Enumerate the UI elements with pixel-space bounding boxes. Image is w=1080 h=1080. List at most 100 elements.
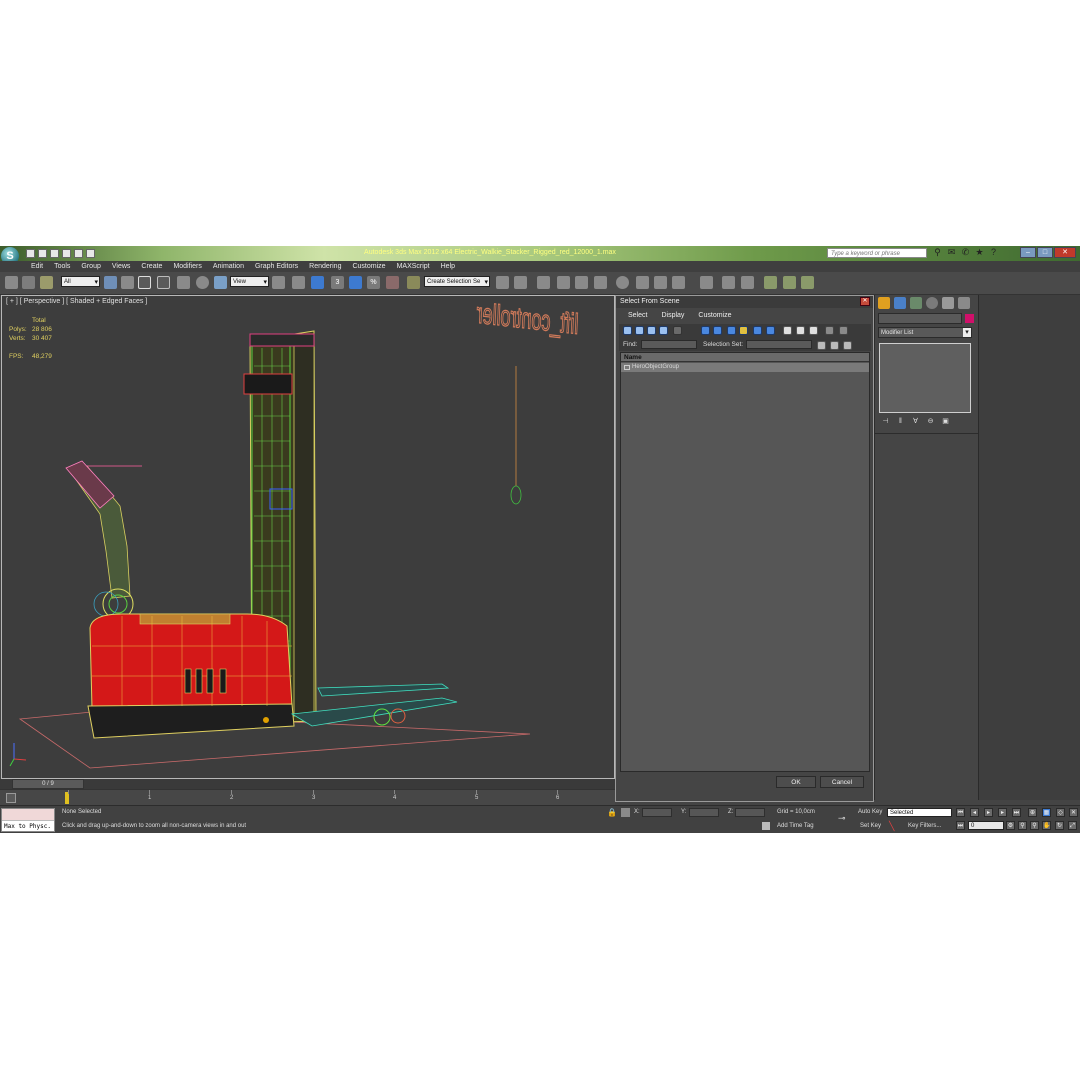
maximize-viewport-icon[interactable]: ✕ bbox=[1069, 808, 1078, 817]
menu-customize[interactable]: Customize bbox=[352, 261, 385, 272]
keyboard-shortcut-override-icon[interactable] bbox=[311, 276, 324, 289]
close-button[interactable]: ✕ bbox=[1054, 247, 1076, 258]
menu-graph-editors[interactable]: Graph Editors bbox=[255, 261, 298, 272]
absolute-mode-icon[interactable] bbox=[621, 808, 630, 817]
pivot-center-icon[interactable] bbox=[272, 276, 285, 289]
search-input[interactable]: Type a keyword or phrase bbox=[827, 248, 927, 258]
dialog-menu-customize[interactable]: Customize bbox=[698, 310, 731, 322]
display-groups-icon[interactable] bbox=[713, 326, 722, 335]
utilities-tab-icon[interactable] bbox=[958, 297, 970, 309]
make-unique-icon[interactable]: ∀ bbox=[911, 417, 920, 426]
menu-views[interactable]: Views bbox=[112, 261, 131, 272]
render-production-icon[interactable] bbox=[672, 276, 685, 289]
select-by-name-icon[interactable] bbox=[121, 276, 134, 289]
add-to-set-icon[interactable] bbox=[830, 341, 839, 350]
maxscript-listener[interactable]: Max to Physc. bbox=[1, 808, 55, 832]
physx-icon-2[interactable] bbox=[783, 276, 796, 289]
subscription-icon[interactable]: ✉ bbox=[947, 248, 956, 257]
maximize-button[interactable]: □ bbox=[1037, 247, 1053, 258]
object-paint-icon[interactable] bbox=[722, 276, 735, 289]
align-icon[interactable] bbox=[514, 276, 527, 289]
go-to-start-button[interactable]: ⏮ bbox=[956, 808, 965, 817]
communication-icon[interactable]: ✆ bbox=[961, 248, 970, 257]
next-frame-button[interactable]: ▸ bbox=[998, 808, 1007, 817]
display-all-icon[interactable] bbox=[783, 326, 792, 335]
snaps-toggle-icon[interactable]: 3 bbox=[331, 276, 344, 289]
current-frame-field[interactable]: 0 bbox=[968, 821, 1004, 830]
render-setup-icon[interactable] bbox=[636, 276, 649, 289]
display-containers-icon[interactable] bbox=[753, 326, 762, 335]
selection-set-dropdown[interactable] bbox=[746, 340, 812, 349]
set-keys-filter-icon[interactable]: ╲ bbox=[889, 821, 899, 831]
physx-icon-1[interactable] bbox=[764, 276, 777, 289]
track-bar[interactable]: 1 2 3 4 5 6 bbox=[0, 789, 615, 806]
add-time-tag-button[interactable]: Add Time Tag bbox=[777, 823, 814, 829]
menu-group[interactable]: Group bbox=[81, 261, 100, 272]
help-icon[interactable]: ? bbox=[989, 248, 998, 257]
find-input[interactable] bbox=[641, 340, 697, 349]
zoom-extents-icon[interactable]: ⊕ bbox=[1028, 808, 1037, 817]
lock-selection-icon[interactable]: 🔒 bbox=[607, 808, 617, 817]
motion-tab-icon[interactable] bbox=[926, 297, 938, 309]
key-mode-toggle[interactable]: ⏭ bbox=[956, 821, 965, 830]
menu-create[interactable]: Create bbox=[141, 261, 162, 272]
menu-maxscript[interactable]: MAXScript bbox=[397, 261, 430, 272]
maxscript-output[interactable] bbox=[2, 809, 54, 821]
time-configuration-icon[interactable]: ⚙ bbox=[1006, 821, 1015, 830]
display-xrefs-icon[interactable] bbox=[727, 326, 736, 335]
window-crossing-icon[interactable] bbox=[157, 276, 170, 289]
menu-help[interactable]: Help bbox=[441, 261, 455, 272]
list-item[interactable]: HeroObjectGroup bbox=[621, 363, 869, 372]
select-and-manipulate-icon[interactable] bbox=[292, 276, 305, 289]
maxscript-input[interactable]: Max to Physc. bbox=[2, 821, 54, 832]
create-selection-set-icon[interactable] bbox=[817, 341, 826, 350]
select-object-icon[interactable] bbox=[104, 276, 117, 289]
modify-tab-icon[interactable] bbox=[894, 297, 906, 309]
object-color-swatch[interactable] bbox=[965, 314, 974, 323]
display-bones-icon[interactable] bbox=[739, 326, 748, 335]
menu-edit[interactable]: Edit bbox=[31, 261, 43, 272]
rectangular-selection-icon[interactable] bbox=[138, 276, 151, 289]
display-invert-icon[interactable] bbox=[809, 326, 818, 335]
scene-object-list[interactable]: Name HeroObjectGroup bbox=[620, 352, 870, 772]
dialog-menu-select[interactable]: Select bbox=[628, 310, 647, 322]
display-shapes-icon[interactable] bbox=[635, 326, 644, 335]
time-slider-thumb[interactable]: 0 / 9 bbox=[12, 779, 84, 789]
time-tag-icon[interactable] bbox=[762, 822, 770, 830]
display-cameras-icon[interactable] bbox=[659, 326, 668, 335]
x-coordinate-field[interactable] bbox=[642, 808, 672, 817]
named-selection-set-dropdown[interactable]: Create Selection Se bbox=[424, 276, 490, 288]
mirror-icon[interactable] bbox=[496, 276, 509, 289]
set-key-button[interactable]: Set Key bbox=[860, 823, 881, 829]
reference-coordinate-dropdown[interactable]: View bbox=[230, 276, 269, 288]
favorites-star-icon[interactable]: ★ bbox=[975, 248, 984, 257]
z-coordinate-field[interactable] bbox=[735, 808, 765, 817]
display-lights-icon[interactable] bbox=[647, 326, 656, 335]
key-mode-dropdown[interactable]: Selected bbox=[887, 808, 952, 817]
dialog-menu-display[interactable]: Display bbox=[661, 310, 684, 322]
create-tab-icon[interactable] bbox=[878, 297, 890, 309]
select-and-scale-icon[interactable] bbox=[214, 276, 227, 289]
menu-rendering[interactable]: Rendering bbox=[309, 261, 341, 272]
zoom-extents-all-icon[interactable]: ▦ bbox=[1042, 808, 1051, 817]
field-of-view-icon[interactable]: ◇ bbox=[1056, 808, 1065, 817]
graphite-ribbon-icon[interactable] bbox=[557, 276, 570, 289]
display-spacewarps-icon[interactable] bbox=[701, 326, 710, 335]
ok-button[interactable]: OK bbox=[776, 776, 816, 788]
percent-snap-icon[interactable]: % bbox=[367, 276, 380, 289]
curve-editor-icon[interactable] bbox=[575, 276, 588, 289]
cancel-button[interactable]: Cancel bbox=[820, 776, 864, 788]
unlink-selection-icon[interactable] bbox=[22, 276, 35, 289]
menu-tools[interactable]: Tools bbox=[54, 261, 70, 272]
previous-frame-button[interactable]: ◂ bbox=[970, 808, 979, 817]
select-and-link-icon[interactable] bbox=[5, 276, 18, 289]
mini-curve-editor-icon[interactable] bbox=[6, 793, 16, 803]
menu-modifiers[interactable]: Modifiers bbox=[173, 261, 201, 272]
show-end-result-icon[interactable]: ‖ bbox=[896, 417, 905, 426]
display-none-icon[interactable] bbox=[796, 326, 805, 335]
rendered-frame-window-icon[interactable] bbox=[654, 276, 667, 289]
dialog-close-button[interactable]: ✕ bbox=[860, 297, 870, 306]
name-column-header[interactable]: Name bbox=[621, 353, 869, 362]
modifier-list-dropdown[interactable]: Modifier List bbox=[878, 327, 972, 338]
material-editor-icon[interactable] bbox=[616, 276, 629, 289]
